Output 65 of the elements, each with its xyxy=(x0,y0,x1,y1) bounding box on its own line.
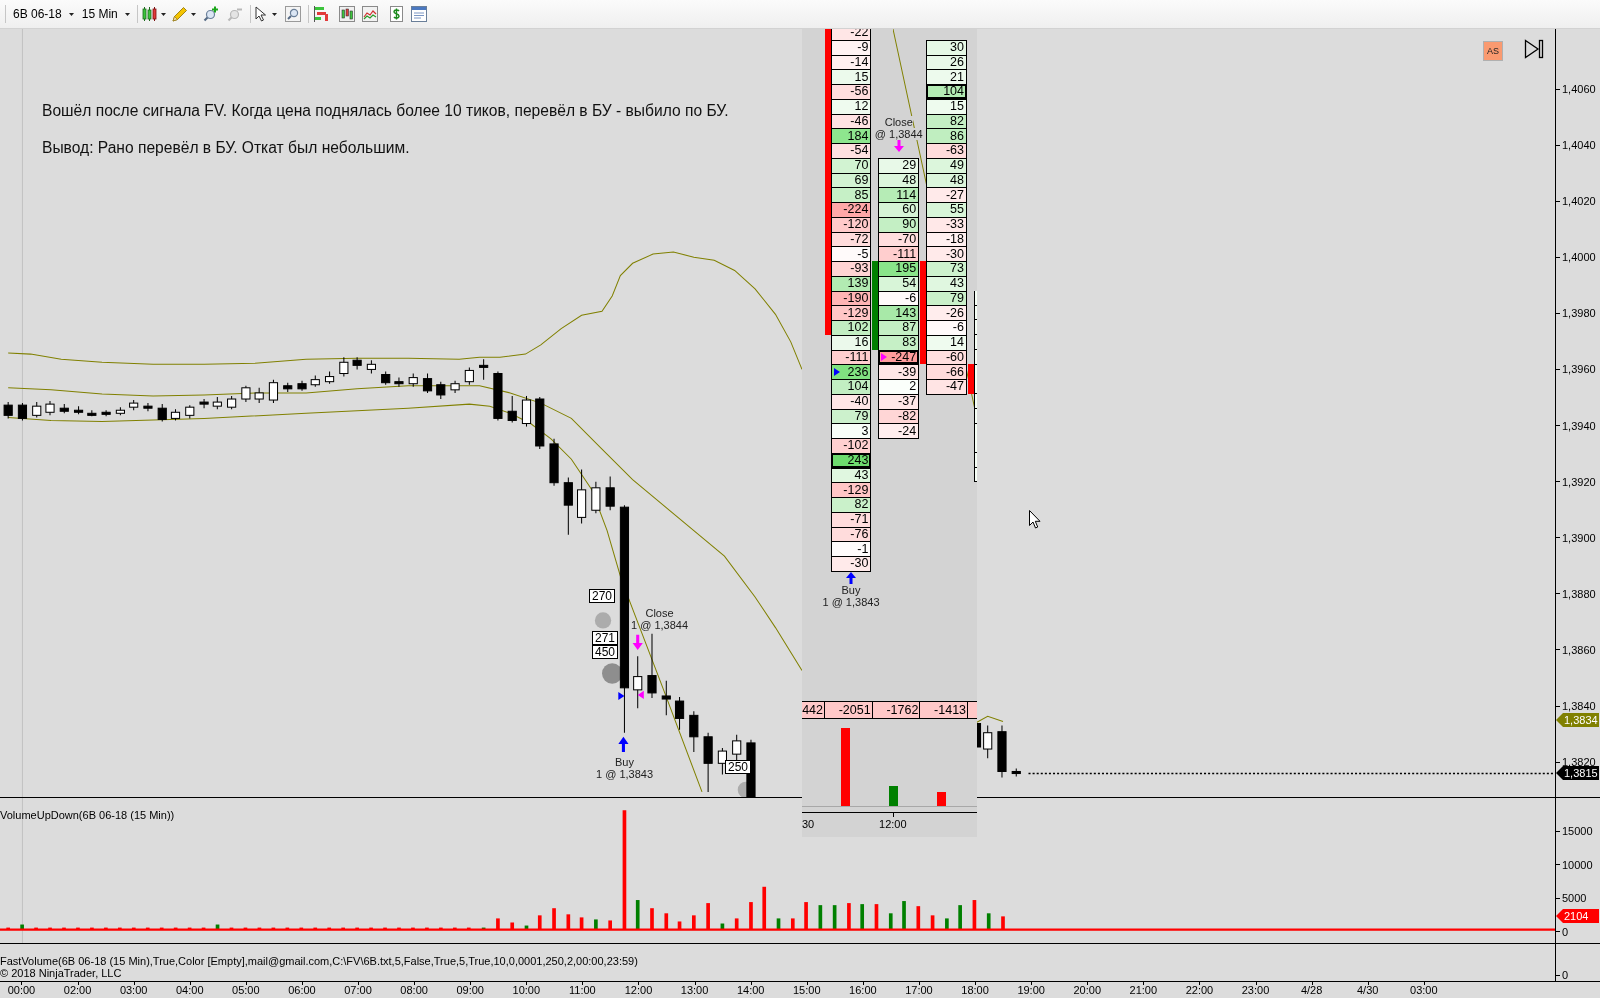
time-label: 00:00 xyxy=(7,984,36,998)
time-label: 07:00 xyxy=(344,984,372,998)
axis-label: 1,3980 xyxy=(1562,307,1596,320)
indicator-caption: FastVolume(6B 06-18 (15 Min),True,Color [Empty],mail@gmail.com,C:\FV\6B.txt,5,False,True,5,True,10,0,0001,250,2,00:00,23:59) xyxy=(0,955,638,967)
time-label: 4/30 xyxy=(1357,984,1379,998)
caret-icon[interactable] xyxy=(190,12,196,16)
time-label: 04:00 xyxy=(175,984,204,998)
interval-dropdown[interactable]: 15 Min xyxy=(81,3,130,25)
time-label: 20:00 xyxy=(1073,984,1101,998)
axis-label: 1,3880 xyxy=(1562,587,1596,600)
time-label: 13:00 xyxy=(680,984,709,998)
axis-label: 1,4000 xyxy=(1562,251,1596,264)
axis-label: 1,3820 xyxy=(1562,756,1596,769)
line-chart-icon[interactable] xyxy=(361,6,378,22)
zoom-in-icon[interactable] xyxy=(202,6,219,22)
time-label: 12:00 xyxy=(624,984,653,998)
axis-label: 10000 xyxy=(1562,858,1593,871)
value-tag: 2104 xyxy=(1556,909,1599,923)
price-tag: 1,3815 xyxy=(1556,766,1599,780)
caret-icon xyxy=(124,12,130,16)
time-label: 14:00 xyxy=(736,984,765,998)
time-label: 03:00 xyxy=(1410,984,1438,998)
window-icon[interactable] xyxy=(410,6,427,22)
time-label: 17:00 xyxy=(905,984,933,998)
time-label: 09:00 xyxy=(456,984,484,998)
time-label: 22:00 xyxy=(1185,984,1214,998)
time-label: 16:00 xyxy=(849,984,877,998)
instrument-dropdown[interactable]: 6B 06-18 xyxy=(13,3,74,25)
axis-label: 1,3840 xyxy=(1562,700,1596,713)
candlestick-box-icon[interactable] xyxy=(338,6,355,22)
axis-label: 1,4020 xyxy=(1562,195,1596,208)
caret-icon[interactable] xyxy=(160,12,166,16)
price-tag: 1,3834 xyxy=(1556,713,1599,727)
caret-icon xyxy=(68,12,74,16)
axis-label: 15000 xyxy=(1562,825,1593,837)
time-label: 21:00 xyxy=(1129,984,1158,998)
axis-label: 0 xyxy=(1562,970,1569,980)
dollar-icon[interactable] xyxy=(389,6,403,22)
time-label: 23:00 xyxy=(1241,984,1270,998)
time-label: 4/28 xyxy=(1300,984,1323,998)
time-label: 10:00 xyxy=(512,984,541,998)
axis-label: 1,4040 xyxy=(1562,139,1596,152)
axis-label: 1,3900 xyxy=(1562,531,1596,544)
caret-icon[interactable] xyxy=(271,12,277,16)
time-label: 19:00 xyxy=(1017,984,1045,998)
time-label: 06:00 xyxy=(288,984,316,998)
time-label: 11:00 xyxy=(569,984,596,998)
time-label: 15:00 xyxy=(793,984,821,998)
zoom-box-icon[interactable] xyxy=(284,6,301,22)
time-label: 05:00 xyxy=(232,984,260,998)
axis-label: 1,3940 xyxy=(1562,419,1596,432)
axis-label: 1,3960 xyxy=(1562,363,1596,376)
indicator-caption: © 2018 NinjaTrader, LLC xyxy=(0,967,122,979)
axis-label: 1,3920 xyxy=(1562,475,1596,488)
time-label: 18:00 xyxy=(961,984,989,998)
axis-label: 1,3860 xyxy=(1562,643,1596,656)
time-label: 02:00 xyxy=(63,984,92,998)
bars-icon[interactable] xyxy=(313,6,330,22)
axis-label: 5000 xyxy=(1562,892,1587,905)
pointer-icon[interactable] xyxy=(254,6,269,22)
time-label: 03:00 xyxy=(119,984,148,998)
axis-label: 0 xyxy=(1562,925,1569,938)
time-label: 08:00 xyxy=(400,984,428,998)
axis-label: 1,4060 xyxy=(1562,83,1596,95)
candlestick-icon[interactable] xyxy=(141,6,158,22)
